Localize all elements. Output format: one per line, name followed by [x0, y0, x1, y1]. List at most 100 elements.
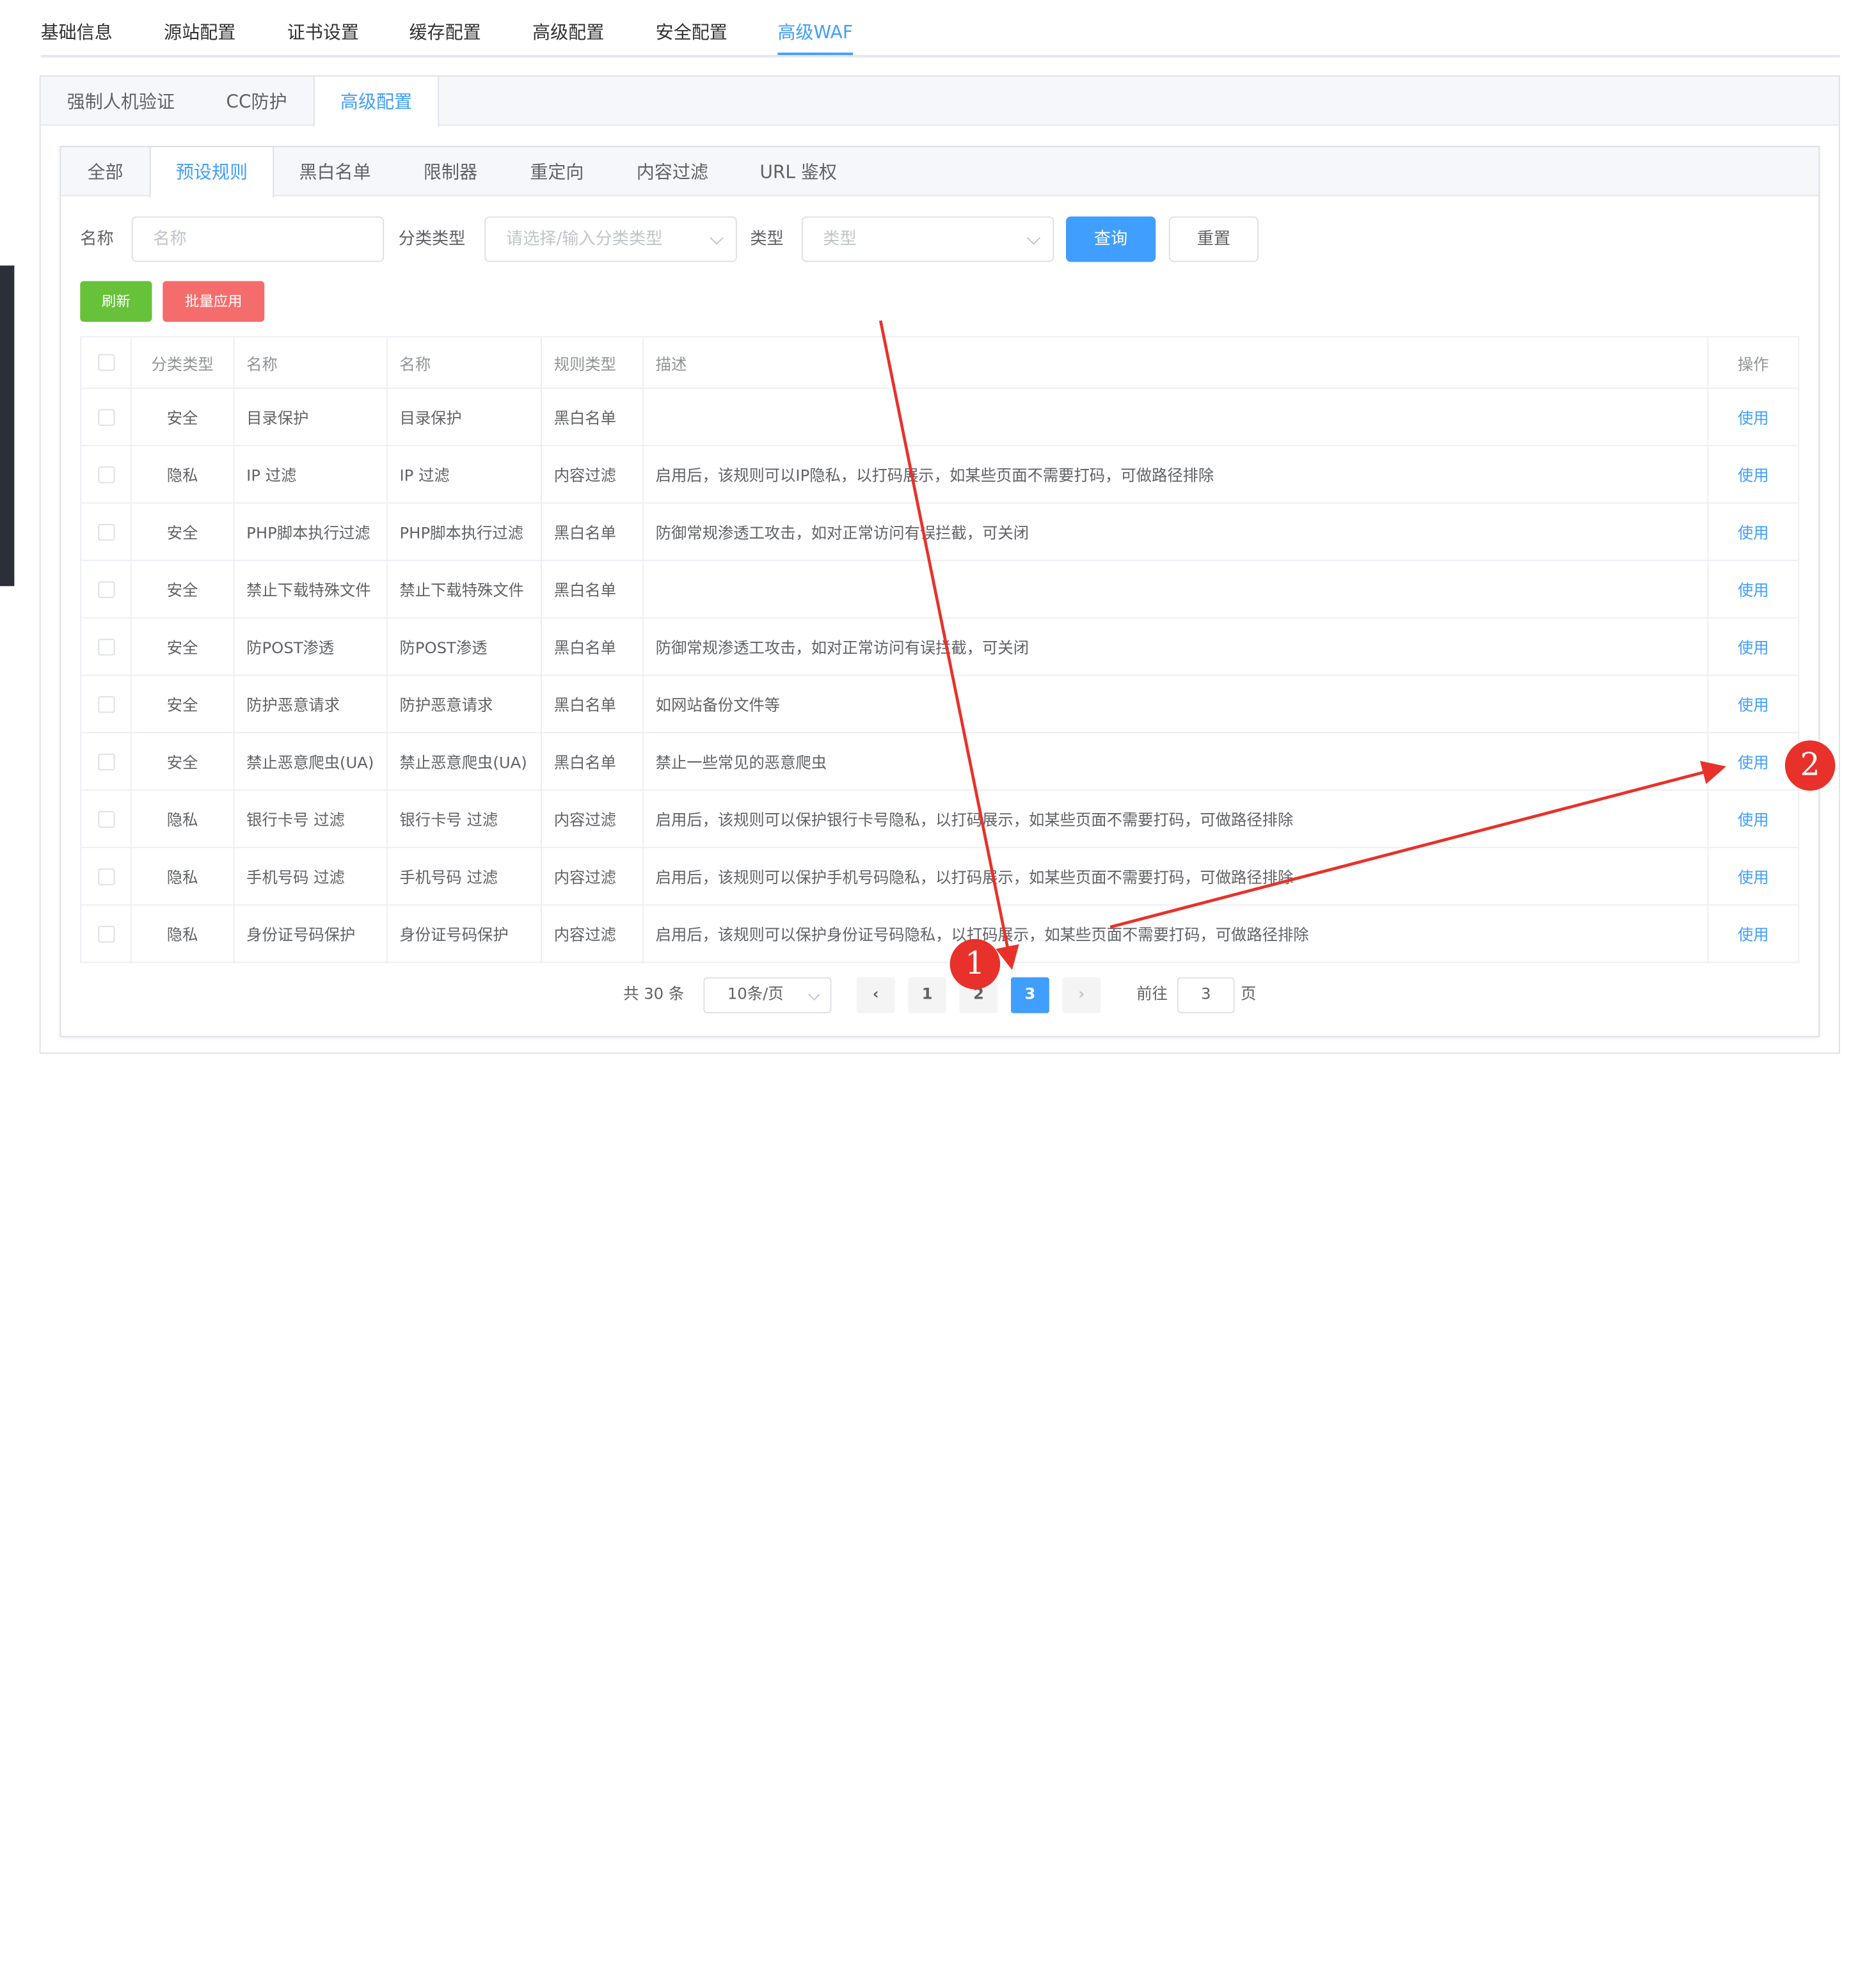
page-size-select[interactable]: 10条/页 [703, 977, 832, 1013]
row-rule-type: 黑白名单 [541, 502, 644, 561]
row-name: PHP脚本执行过滤 [233, 502, 388, 561]
tab-cache-config[interactable]: 缓存配置 [409, 19, 481, 55]
tab-advanced-config[interactable]: 高级配置 [532, 19, 604, 55]
goto-page-input[interactable]: 3 [1177, 977, 1235, 1013]
checkbox-icon[interactable] [97, 810, 115, 827]
use-link[interactable]: 使用 [1707, 560, 1800, 619]
row-name2: 防POST渗透 [386, 617, 543, 676]
tab-origin-config[interactable]: 源站配置 [164, 19, 235, 55]
name-input[interactable]: 名称 [131, 216, 385, 262]
row-name2: 身份证号码保护 [386, 904, 543, 963]
row-checkbox[interactable] [80, 674, 132, 734]
tab-preset-rules[interactable]: 预设规则 [149, 146, 274, 198]
tab-cert-settings[interactable]: 证书设置 [287, 19, 359, 55]
checkbox-icon[interactable] [97, 867, 115, 885]
rule-tabs: 全部 预设规则 黑白名单 限制器 重定向 内容过滤 URL 鉴权 [61, 146, 1819, 198]
tab-blackwhite-list[interactable]: 黑白名单 [299, 147, 370, 196]
page-1-button[interactable]: 1 [908, 977, 947, 1013]
table-row: 安全 PHP脚本执行过滤 PHP脚本执行过滤 黑白名单 防御常规渗透工攻击，如对正常访问… [80, 502, 1800, 561]
use-link[interactable]: 使用 [1707, 502, 1800, 561]
tab-security-config[interactable]: 安全配置 [656, 19, 727, 55]
row-checkbox[interactable] [80, 617, 132, 676]
query-button[interactable]: 查询 [1065, 216, 1156, 262]
row-checkbox[interactable] [80, 846, 132, 906]
tab-waf-advanced[interactable]: 高级配置 [313, 76, 440, 127]
tab-basic-info[interactable]: 基础信息 [41, 19, 113, 55]
col-description: 描述 [642, 336, 1709, 389]
row-checkbox[interactable] [80, 502, 132, 561]
row-category: 安全 [130, 387, 235, 447]
top-tabs: 基础信息 源站配置 证书设置 缓存配置 高级配置 安全配置 高级WAF [40, 0, 1840, 58]
reset-button[interactable]: 重置 [1168, 216, 1259, 262]
prev-page-button[interactable]: ‹ [856, 977, 895, 1013]
table-row: 隐私 银行卡号 过滤 银行卡号 过滤 内容过滤 启用后，该规则可以保护银行卡号隐私，以打… [80, 789, 1800, 848]
category-select[interactable]: 请选择/输入分类类型 [484, 216, 737, 262]
select-all-checkbox[interactable] [80, 336, 132, 389]
checkbox-icon[interactable] [97, 580, 115, 598]
row-name: 防POST渗透 [233, 617, 388, 676]
row-name2: 银行卡号 过滤 [386, 789, 543, 848]
checkbox-icon[interactable] [97, 753, 115, 770]
row-checkbox[interactable] [80, 387, 132, 447]
use-link[interactable]: 使用 [1707, 846, 1800, 906]
table-header: 分类类型 名称 名称 规则类型 描述 操作 [80, 336, 1800, 389]
checkbox-icon[interactable] [97, 408, 115, 425]
screen: 基础信息 源站配置 证书设置 缓存配置 高级配置 安全配置 高级WAF 强制人机… [0, 0, 1876, 1054]
page-size-value: 10条/页 [727, 985, 784, 1004]
row-name2: 防护恶意请求 [386, 674, 543, 734]
row-name2: 目录保护 [386, 387, 543, 447]
use-link[interactable]: 使用 [1707, 674, 1800, 734]
tab-advanced-waf[interactable]: 高级WAF [777, 19, 853, 56]
table-row: 隐私 IP 过滤 IP 过滤 内容过滤 启用后，该规则可以IP隐私，以打码展示，如某些页… [80, 445, 1800, 504]
checkbox-icon[interactable] [97, 695, 115, 713]
row-name2: IP 过滤 [386, 445, 543, 504]
row-checkbox[interactable] [80, 789, 132, 848]
use-link[interactable]: 使用 [1707, 445, 1800, 504]
page-3-button[interactable]: 3 [1010, 977, 1049, 1013]
checkbox-icon[interactable] [97, 925, 115, 942]
annotation-marker-1: 1 [950, 938, 1001, 990]
tab-url-auth[interactable]: URL 鉴权 [759, 147, 837, 196]
table-row: 隐私 手机号码 过滤 手机号码 过滤 内容过滤 启用后，该规则可以保护手机号码隐私，以打… [80, 846, 1800, 906]
row-category: 隐私 [130, 445, 235, 504]
row-checkbox[interactable] [80, 904, 132, 963]
type-select[interactable]: 类型 [801, 216, 1054, 262]
col-operation: 操作 [1707, 336, 1800, 389]
tab-redirect[interactable]: 重定向 [530, 147, 584, 196]
annotation-marker-2: 2 [1785, 740, 1836, 791]
tab-all[interactable]: 全部 [87, 147, 123, 196]
use-link[interactable]: 使用 [1707, 617, 1800, 676]
tab-content-filter[interactable]: 内容过滤 [637, 147, 708, 196]
tab-limiter[interactable]: 限制器 [424, 147, 477, 196]
type-label: 类型 [750, 230, 784, 249]
checkbox-icon[interactable] [97, 523, 115, 541]
checkbox-icon[interactable] [97, 466, 115, 483]
tab-cc-protection[interactable]: CC防护 [226, 77, 287, 126]
chevron-down-icon [808, 988, 820, 1001]
refresh-button[interactable]: 刷新 [80, 281, 152, 322]
row-category: 安全 [130, 617, 235, 676]
checkbox-icon[interactable] [97, 354, 115, 371]
row-description: 启用后，该规则可以保护银行卡号隐私，以打码展示，如某些页面不需要打码，可做路径排… [642, 789, 1709, 848]
row-category: 安全 [130, 732, 235, 791]
chevron-down-icon [1026, 231, 1041, 245]
row-description [642, 560, 1709, 619]
tab-forced-captcha[interactable]: 强制人机验证 [67, 77, 175, 126]
row-category: 隐私 [130, 904, 235, 963]
row-checkbox[interactable] [80, 560, 132, 619]
checkbox-icon[interactable] [97, 638, 115, 655]
row-description: 防御常规渗透工攻击，如对正常访问有误拦截，可关闭 [642, 502, 1709, 561]
use-link[interactable]: 使用 [1707, 789, 1800, 848]
row-checkbox[interactable] [80, 732, 132, 791]
main-panel: 基础信息 源站配置 证书设置 缓存配置 高级配置 安全配置 高级WAF 强制人机… [14, 0, 1876, 1054]
row-description: 启用后，该规则可以IP隐私，以打码展示，如某些页面不需要打码，可做路径排除 [642, 445, 1709, 504]
col-category: 分类类型 [130, 336, 235, 389]
row-checkbox[interactable] [80, 445, 132, 504]
next-page-button[interactable]: › [1062, 977, 1101, 1013]
row-name2: 手机号码 过滤 [386, 846, 543, 906]
use-link[interactable]: 使用 [1707, 387, 1800, 447]
row-category: 隐私 [130, 846, 235, 906]
use-link[interactable]: 使用 [1707, 904, 1800, 963]
row-description: 如网站备份文件等 [642, 674, 1709, 734]
batch-apply-button[interactable]: 批量应用 [163, 281, 265, 322]
